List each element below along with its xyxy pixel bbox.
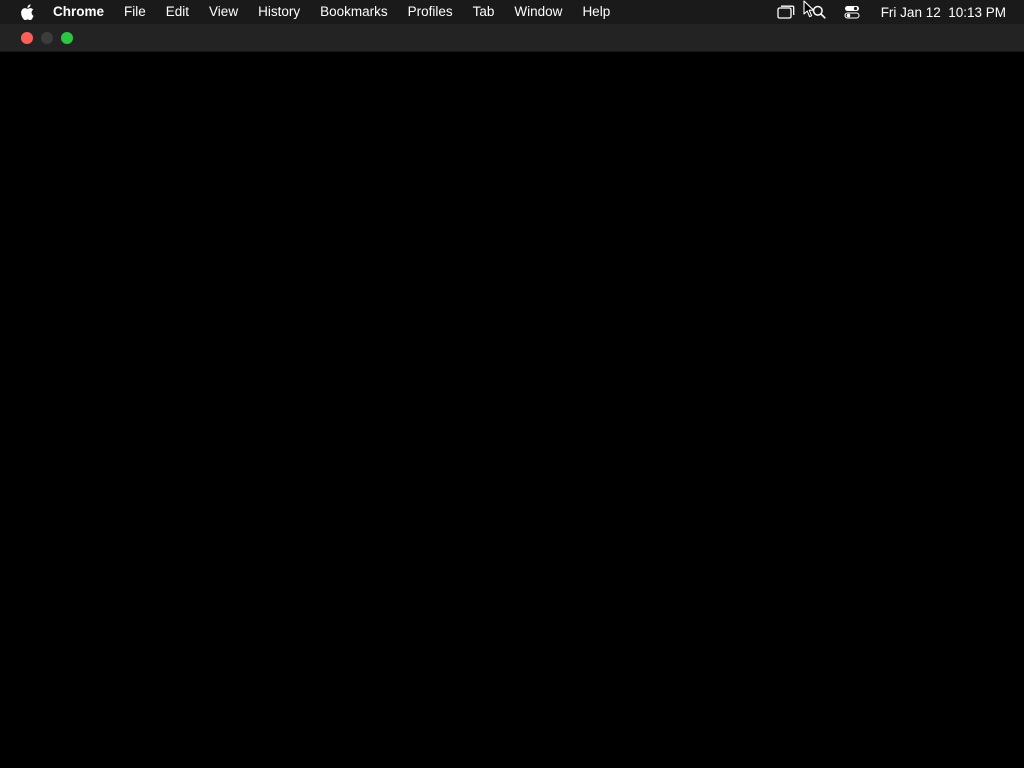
- menu-history[interactable]: History: [248, 0, 310, 24]
- menu-help[interactable]: Help: [572, 0, 620, 24]
- window-minimize-button[interactable]: [41, 32, 53, 44]
- screen-mirroring-icon[interactable]: [775, 0, 797, 24]
- menu-profiles[interactable]: Profiles: [398, 0, 463, 24]
- window-title-bar[interactable]: [0, 24, 1024, 52]
- screen-mirroring-icon-glyph: [777, 5, 795, 19]
- menu-tab[interactable]: Tab: [463, 0, 505, 24]
- menu-app-name[interactable]: Chrome: [53, 0, 114, 24]
- mouse-pointer-icon: [803, 0, 815, 18]
- menu-window[interactable]: Window: [504, 0, 572, 24]
- browser-window: [0, 24, 1024, 768]
- control-center-icon[interactable]: [839, 0, 865, 24]
- apple-logo-icon-glyph: [21, 4, 34, 20]
- window-close-button[interactable]: [21, 32, 33, 44]
- control-center-icon-glyph: [844, 6, 860, 19]
- window-zoom-button[interactable]: [61, 32, 73, 44]
- menu-items: Chrome File Edit View History Bookmarks …: [53, 0, 620, 24]
- menu-view[interactable]: View: [199, 0, 248, 24]
- window-content: [0, 52, 1024, 768]
- menu-bookmarks[interactable]: Bookmarks: [310, 0, 398, 24]
- menubar-clock[interactable]: Fri Jan 12 10:13 PM: [881, 5, 1006, 20]
- menu-file[interactable]: File: [114, 0, 156, 24]
- menu-bar: Chrome File Edit View History Bookmarks …: [0, 0, 1024, 24]
- menu-edit[interactable]: Edit: [156, 0, 199, 24]
- apple-logo-icon[interactable]: [19, 4, 35, 20]
